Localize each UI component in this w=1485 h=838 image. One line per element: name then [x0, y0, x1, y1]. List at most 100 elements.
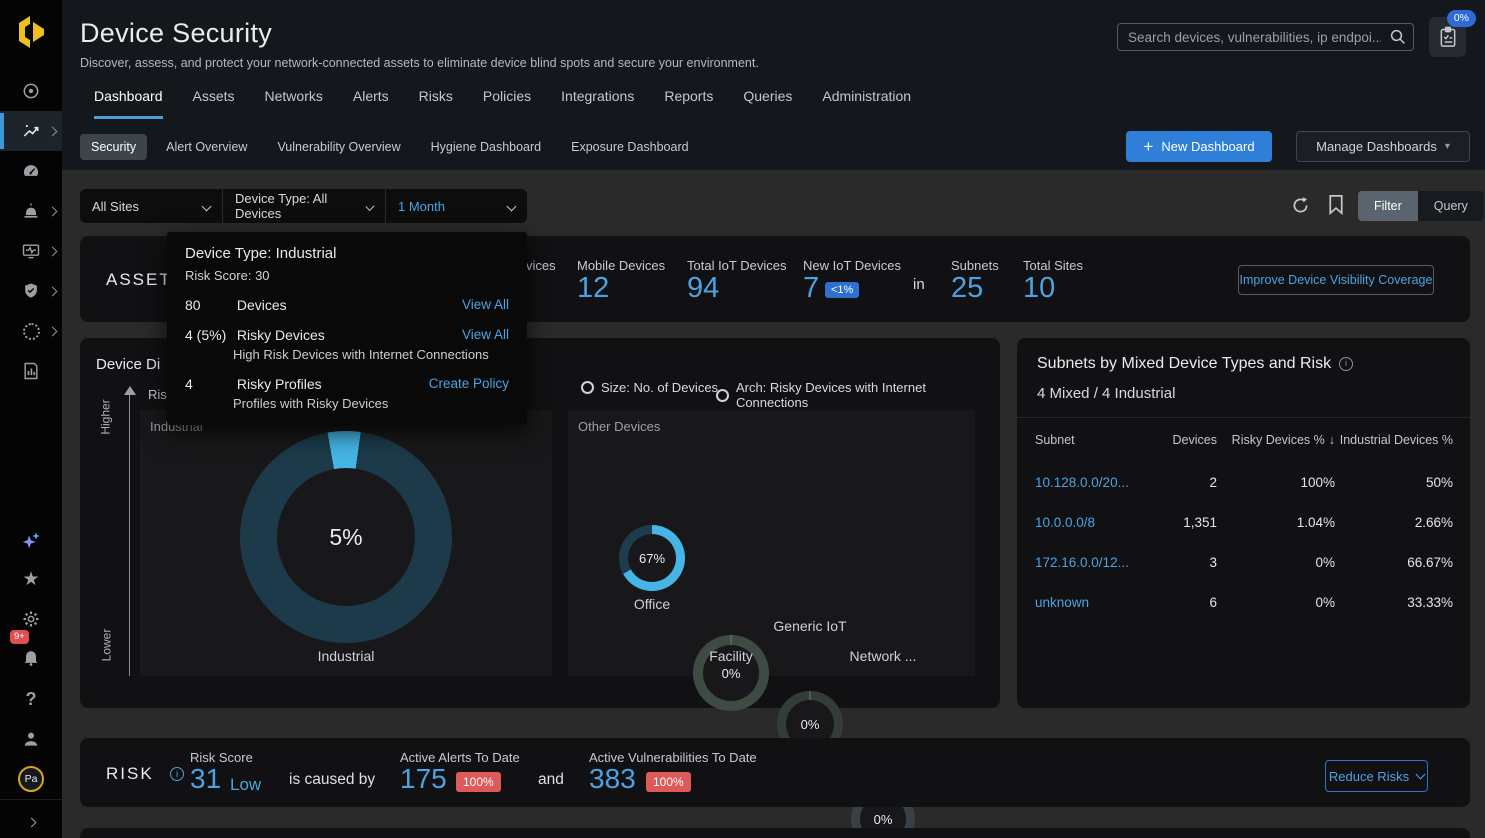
chevron-right-icon	[48, 326, 58, 336]
tab-queries[interactable]: Queries	[743, 88, 792, 119]
industrial-cell: 2.66%	[1335, 515, 1453, 530]
sidebar-item-policies-shield[interactable]	[0, 272, 62, 310]
subtab-vulnerability-overview[interactable]: Vulnerability Overview	[266, 134, 411, 160]
tasks-checklist-button[interactable]: 0%	[1429, 17, 1466, 57]
risky-cell: 1.04%	[1217, 515, 1335, 530]
user-icon	[21, 729, 41, 749]
industrial-donut-label: Industrial	[140, 648, 552, 664]
risk-axis-arrow	[124, 386, 136, 395]
sidebar-item-reports[interactable]	[0, 352, 62, 390]
radio-icon	[716, 389, 729, 402]
risky-profiles-label: Risky Profiles	[237, 376, 322, 392]
view-all-risky-devices-link[interactable]: View All	[462, 327, 509, 342]
col-devices[interactable]: Devices	[1157, 433, 1217, 447]
office-donut-center: 67%	[619, 525, 685, 591]
risky-cell: 0%	[1217, 595, 1335, 610]
tab-reports[interactable]: Reports	[664, 88, 713, 119]
facility-donut[interactable]: 0%	[693, 635, 769, 711]
chevron-down-icon	[202, 201, 212, 211]
settings-gear-icon	[21, 609, 41, 629]
tab-dashboard[interactable]: Dashboard	[94, 88, 163, 119]
col-subnet[interactable]: Subnet	[1035, 433, 1157, 447]
sidebar-item-discovery[interactable]	[0, 72, 62, 110]
reduce-risks-button[interactable]: Reduce Risks	[1325, 760, 1428, 792]
sites-filter-dropdown[interactable]: All Sites	[80, 189, 222, 223]
sparkles-ai-icon	[20, 530, 42, 552]
industrial-cell: 50%	[1335, 475, 1453, 490]
mobile-devices-label: Mobile Devices	[577, 258, 665, 273]
subtab-alert-overview[interactable]: Alert Overview	[155, 134, 258, 160]
subnet-link[interactable]: unknown	[1035, 595, 1157, 610]
devices-count: 80	[185, 297, 233, 313]
bookmark-icon	[1327, 194, 1345, 215]
search-input[interactable]	[1117, 23, 1414, 51]
tab-alerts[interactable]: Alerts	[353, 88, 389, 119]
refresh-button[interactable]	[1290, 195, 1311, 216]
subtab-hygiene-dashboard[interactable]: Hygiene Dashboard	[420, 134, 553, 160]
subtab-exposure-dashboard[interactable]: Exposure Dashboard	[560, 134, 699, 160]
star-icon: ★	[22, 568, 39, 591]
info-icon[interactable]: i	[1339, 357, 1353, 371]
avatar: Pa	[18, 766, 44, 792]
subnet-link[interactable]: 10.0.0.0/8	[1035, 515, 1157, 530]
arch-radio-option[interactable]: Arch: Risky Devices with Internet Connec…	[716, 380, 1000, 410]
query-mode-button[interactable]: Query	[1418, 191, 1484, 221]
subnet-link[interactable]: 10.128.0.0/20...	[1035, 475, 1157, 490]
chevron-down-icon	[1416, 770, 1426, 780]
main-nav-tabs: Dashboard Assets Networks Alerts Risks P…	[94, 88, 911, 119]
manage-dashboards-button[interactable]: Manage Dashboards ▾	[1296, 131, 1470, 162]
create-policy-link[interactable]: Create Policy	[429, 376, 509, 391]
sidebar-item-device-security[interactable]	[0, 111, 62, 151]
sites-filter-value: All Sites	[92, 199, 139, 214]
subnet-link[interactable]: 172.16.0.0/12...	[1035, 555, 1157, 570]
col-risky[interactable]: Risky Devices %↓	[1217, 433, 1335, 447]
devices-cell: 1,351	[1157, 515, 1217, 530]
sidebar-item-activity-monitor[interactable]	[0, 232, 62, 270]
risky-cell: 100%	[1217, 475, 1335, 490]
sidebar-expand-button[interactable]	[0, 803, 62, 838]
sidebar-item-notifications[interactable]: 9+	[0, 638, 62, 676]
size-radio-option[interactable]: Size: No. of Devices	[581, 380, 718, 395]
report-bars-icon	[21, 361, 41, 381]
sidebar-item-dashboard-gauge[interactable]	[0, 152, 62, 190]
axis-higher-label: Higher	[99, 399, 113, 434]
distribution-title: Device Di	[96, 356, 160, 373]
col-industrial[interactable]: Industrial Devices %	[1335, 433, 1453, 447]
devices-cell: 3	[1157, 555, 1217, 570]
alerts-percent-badge: 100%	[456, 772, 501, 792]
sidebar-item-user[interactable]	[0, 720, 62, 758]
subtab-security[interactable]: Security	[80, 134, 147, 160]
tab-policies[interactable]: Policies	[483, 88, 531, 119]
sidebar-item-alerts[interactable]	[0, 192, 62, 230]
sidebar-item-favorites[interactable]: ★	[0, 560, 62, 598]
chevron-right-icon	[48, 126, 58, 136]
view-all-devices-link[interactable]: View All	[462, 297, 509, 312]
chevron-right-icon	[48, 286, 58, 296]
tab-administration[interactable]: Administration	[822, 88, 911, 119]
time-range-filter-dropdown[interactable]: 1 Month	[385, 189, 527, 223]
sidebar-item-profile[interactable]: Pa	[0, 760, 62, 798]
tab-integrations[interactable]: Integrations	[561, 88, 634, 119]
bookmark-button[interactable]	[1327, 194, 1345, 215]
risk-axis-line	[129, 394, 130, 676]
sidebar-item-ai-assistant[interactable]	[0, 522, 62, 560]
clipboard-check-icon	[1438, 26, 1458, 48]
industrial-risk-donut[interactable]: 5%	[240, 431, 452, 643]
device-type-filter-dropdown[interactable]: Device Type: All Devices	[222, 189, 385, 223]
radar-icon	[21, 81, 41, 101]
info-icon[interactable]: i	[170, 767, 184, 781]
app-logo[interactable]	[13, 12, 51, 52]
other-devices-group-label: Other Devices	[578, 419, 660, 434]
improve-visibility-button[interactable]: Improve Device Visibility Coverage	[1238, 265, 1434, 295]
sidebar-item-help[interactable]: ?	[0, 680, 62, 718]
monitor-pulse-icon	[21, 241, 41, 261]
sidebar-item-integrations[interactable]	[0, 312, 62, 350]
office-donut[interactable]: 67%	[619, 525, 685, 591]
new-dashboard-button[interactable]: + New Dashboard	[1126, 131, 1272, 162]
tab-networks[interactable]: Networks	[265, 88, 323, 119]
tab-risks[interactable]: Risks	[419, 88, 453, 119]
search-icon[interactable]	[1389, 28, 1407, 46]
gauge-icon	[21, 161, 41, 181]
tab-assets[interactable]: Assets	[193, 88, 235, 119]
filter-mode-button[interactable]: Filter	[1358, 191, 1418, 221]
